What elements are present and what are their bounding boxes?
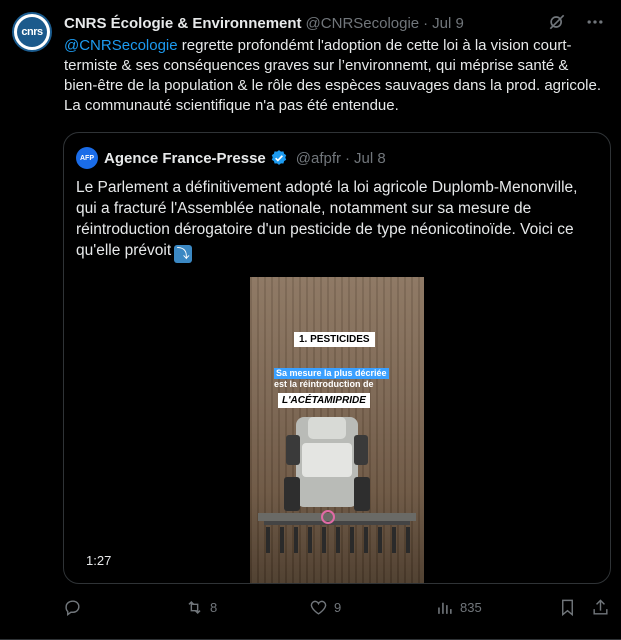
- afp-avatar[interactable]: AFP: [76, 147, 98, 169]
- grok-icon[interactable]: [547, 12, 567, 32]
- arrow-down-emoji-icon: ⤵: [174, 245, 193, 263]
- author-handle[interactable]: @CNRSecologie: [306, 15, 420, 32]
- video-caption-line1: Sa mesure la plus décriée: [274, 368, 389, 379]
- quote-separator: ·: [345, 149, 350, 167]
- quote-header: AFP Agence France-Presse @afpfr · Jul 8: [76, 147, 386, 169]
- views-count: 835: [460, 599, 482, 615]
- tweet[interactable]: cnrs CNRS Écologie & Environnement @CNRS…: [0, 0, 621, 640]
- like-count: 9: [334, 599, 342, 615]
- action-bar: 8 9 835: [63, 596, 611, 620]
- verified-badge-icon: [271, 150, 286, 165]
- share-button[interactable]: [591, 596, 610, 618]
- share-icon: [593, 598, 608, 615]
- heart-icon: [310, 600, 327, 615]
- tweet-text: @CNRSecologie regrette profondémt l'adop…: [64, 36, 604, 116]
- reply-icon: [65, 599, 80, 616]
- header-icons: [547, 12, 605, 32]
- cnrs-logo: cnrs: [17, 17, 47, 47]
- video-title-tag: 1. PESTICIDES: [294, 332, 375, 347]
- mention-link[interactable]: @CNRSecologie: [64, 37, 178, 54]
- like-button[interactable]: 9: [309, 596, 341, 618]
- more-icon[interactable]: [585, 12, 605, 32]
- views-icon: [438, 602, 452, 614]
- video-caption-line2: est la réintroduction de: [274, 379, 374, 389]
- quote-body: Le Parlement a définitivement adopté la …: [76, 179, 578, 259]
- video-highlight-tag: L'ACÉTAMIPRIDE: [278, 393, 370, 408]
- video-duration: 1:27: [86, 553, 112, 568]
- views-button[interactable]: 835: [435, 596, 482, 618]
- quote-date[interactable]: Jul 8: [354, 150, 386, 167]
- repost-icon: [188, 600, 201, 614]
- reply-button[interactable]: [63, 596, 88, 618]
- tractor-image: [258, 417, 416, 553]
- repost-count: 8: [210, 599, 218, 615]
- bookmark-button[interactable]: [558, 596, 577, 618]
- quoted-tweet[interactable]: AFP Agence France-Presse @afpfr · Jul 8 …: [63, 132, 611, 584]
- author-name[interactable]: CNRS Écologie & Environnement: [64, 15, 302, 32]
- separator: ·: [423, 14, 429, 32]
- tweet-date[interactable]: Jul 9: [432, 15, 464, 32]
- quote-author-handle[interactable]: @afpfr: [296, 150, 341, 167]
- bookmark-icon: [562, 599, 573, 616]
- quote-author-name[interactable]: Agence France-Presse: [104, 150, 266, 167]
- video-player[interactable]: 1. PESTICIDES Sa mesure la plus décriée …: [250, 277, 424, 583]
- video-caption: Sa mesure la plus décriée est la réintro…: [274, 368, 389, 390]
- avatar[interactable]: cnrs: [12, 12, 52, 52]
- quote-text: Le Parlement a définitivement adopté la …: [76, 177, 586, 263]
- repost-button[interactable]: 8: [185, 596, 217, 618]
- tweet-header: CNRS Écologie & Environnement @CNRSecolo…: [64, 12, 609, 34]
